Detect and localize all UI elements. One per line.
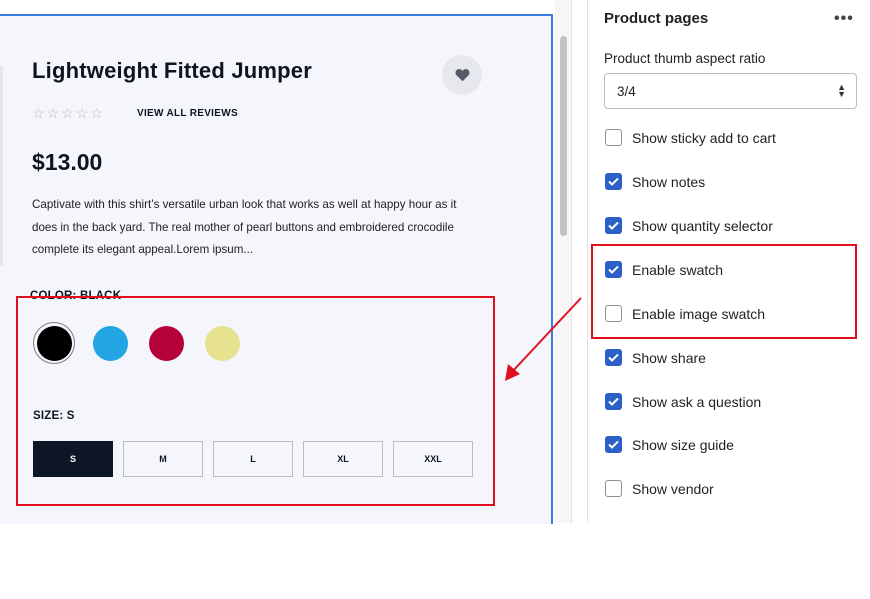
arrow-annotation [505, 297, 582, 381]
